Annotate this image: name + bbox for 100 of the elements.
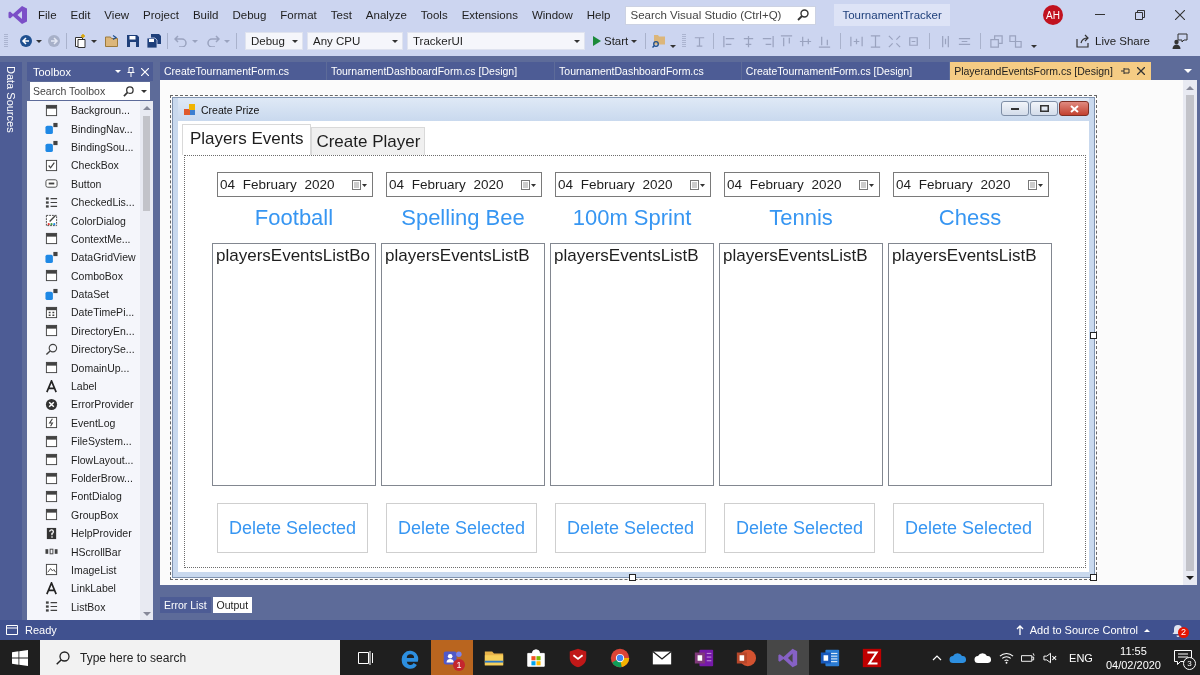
toolbox-item[interactable]: LinkLabel: [27, 579, 140, 598]
toolbox-item[interactable]: ImageList: [27, 560, 140, 580]
toolbox-item[interactable]: ColorDialog: [27, 211, 140, 230]
battery-icon[interactable]: [1021, 651, 1037, 664]
toolbox-item[interactable]: DataSet: [27, 284, 140, 304]
date-picker[interactable]: 04 February 2020: [555, 172, 711, 197]
taskbar-button[interactable]: 1: [431, 640, 473, 675]
caret-icon[interactable]: [115, 70, 121, 73]
start-button[interactable]: Start: [589, 35, 640, 47]
scrollbar-thumb[interactable]: [1186, 95, 1194, 571]
resize-handle[interactable]: [629, 574, 636, 581]
speaker-muted-icon[interactable]: [1043, 651, 1059, 664]
restore-icon[interactable]: [1135, 10, 1145, 20]
dropdown[interactable]: TrackerUI: [407, 32, 585, 50]
search-field[interactable]: Search Toolbox: [30, 82, 150, 100]
caret-icon[interactable]: [670, 44, 677, 48]
date-picker[interactable]: 04 February 2020: [217, 172, 373, 197]
start-icon[interactable]: [12, 649, 28, 666]
list-box[interactable]: playersEventsListBo: [212, 243, 376, 486]
back-arrow-icon[interactable]: [20, 35, 32, 47]
toolbox-item[interactable]: FolderBrow...: [27, 468, 140, 488]
resize-handle[interactable]: [1090, 574, 1097, 581]
toolbox-item[interactable]: FontDialog: [27, 487, 140, 506]
list-item[interactable]: playersEventsListB: [723, 246, 868, 266]
minimize-icon[interactable]: [1095, 14, 1105, 16]
list-box[interactable]: playersEventsListB: [719, 243, 883, 486]
list-item[interactable]: playersEventsListB: [892, 246, 1037, 266]
open-folder-icon[interactable]: [105, 35, 119, 47]
date-picker[interactable]: 04 February 2020: [724, 172, 880, 197]
vertical-scrollbar[interactable]: [1183, 80, 1197, 585]
vertical-scrollbar[interactable]: [140, 101, 153, 620]
document-tab[interactable]: CreateTournamentForm.cs [Design]: [741, 62, 951, 80]
toolbox-item[interactable]: Label: [27, 376, 140, 396]
toolbox-item[interactable]: FlowLayout...: [27, 450, 140, 469]
menu-item[interactable]: Extensions: [454, 5, 525, 25]
save-icon[interactable]: [127, 35, 139, 47]
dropdown[interactable]: Debug: [245, 32, 303, 50]
person-speech-icon[interactable]: [1172, 33, 1188, 49]
menu-item[interactable]: Tools: [413, 5, 455, 25]
toolbox-item[interactable]: CheckedLis...: [27, 192, 140, 212]
caret-icon[interactable]: [141, 89, 147, 93]
list-item[interactable]: playersEventsListB: [554, 246, 699, 266]
menu-item[interactable]: Window: [524, 5, 580, 25]
task-view-icon[interactable]: [358, 649, 374, 666]
toolbox-item[interactable]: Backgroun...: [27, 101, 140, 120]
search-field[interactable]: Search Visual Studio (Ctrl+Q): [625, 5, 817, 25]
caret-icon[interactable]: [36, 39, 42, 43]
dropdown[interactable]: Any CPU: [307, 32, 403, 50]
scrollbar-thumb[interactable]: [143, 116, 150, 211]
pin-icon[interactable]: [1120, 67, 1131, 75]
document-tab[interactable]: TournamentDashboardForm.cs: [555, 62, 742, 80]
menu-item[interactable]: Format: [273, 5, 324, 25]
toolbox-item[interactable]: ComboBox: [27, 266, 140, 285]
toolbox-item[interactable]: CheckBox: [27, 156, 140, 175]
clock-time[interactable]: 11:55: [1120, 643, 1147, 658]
panel-tab[interactable]: Output: [212, 597, 253, 613]
list-box[interactable]: playersEventsListB: [381, 243, 545, 486]
save-all-icon[interactable]: [147, 34, 161, 48]
toolbox-item[interactable]: DomainUp...: [27, 358, 140, 377]
chevron-up-icon[interactable]: [932, 654, 943, 661]
menu-item[interactable]: Help: [579, 5, 618, 25]
toolbox-item[interactable]: GroupBox: [27, 505, 140, 524]
notification-icon[interactable]: [1174, 649, 1192, 666]
toolbox-item[interactable]: Button: [27, 174, 140, 193]
minimize-button[interactable]: [1001, 101, 1029, 116]
menu-item[interactable]: Analyze: [358, 5, 414, 25]
search-field[interactable]: Type here to search: [40, 640, 340, 675]
close-button[interactable]: [1059, 101, 1089, 116]
resize-handle[interactable]: [1090, 332, 1097, 339]
list-box[interactable]: playersEventsListB: [550, 243, 714, 486]
scroll-up-icon[interactable]: [142, 106, 151, 110]
scroll-down-icon[interactable]: [1186, 576, 1194, 580]
menu-item[interactable]: View: [97, 5, 137, 25]
live-share-button[interactable]: Live Share: [1072, 34, 1154, 48]
caret-icon[interactable]: [1031, 44, 1038, 48]
caret-icon[interactable]: [91, 39, 97, 43]
document-tab[interactable]: CreateTournamentForm.cs: [160, 62, 327, 80]
toolbox-item[interactable]: BindingNav...: [27, 119, 140, 138]
toolbox-item[interactable]: HScrollBar: [27, 542, 140, 561]
tab[interactable]: Players Events: [182, 124, 312, 155]
toolbox-item[interactable]: ContextMe...: [27, 229, 140, 249]
maximize-button[interactable]: [1030, 101, 1058, 116]
toolbox-item[interactable]: EventLog: [27, 413, 140, 433]
menu-item[interactable]: File: [31, 5, 64, 25]
cloud-icon[interactable]: [974, 652, 993, 663]
toolbox-item[interactable]: ListBox: [27, 597, 140, 616]
menu-item[interactable]: Project: [136, 5, 186, 25]
date-picker[interactable]: 04 February 2020: [386, 172, 542, 197]
menu-item[interactable]: Debug: [225, 5, 274, 25]
new-item-icon[interactable]: [73, 34, 87, 48]
menu-item[interactable]: Test: [323, 5, 359, 25]
clock-date[interactable]: 04/02/2020: [1105, 657, 1161, 672]
toolbox-item[interactable]: ErrorProvider: [27, 395, 140, 414]
menu-item[interactable]: Edit: [63, 5, 98, 25]
close-icon[interactable]: [1136, 67, 1145, 75]
toolbox-item[interactable]: DirectoryEn...: [27, 321, 140, 341]
scroll-up-icon[interactable]: [1186, 86, 1194, 90]
toolbox-item[interactable]: DateTimePi...: [27, 303, 140, 322]
source-control-button[interactable]: Add to Source Control: [1015, 624, 1150, 636]
toolbox-item[interactable]: HelpProvider: [27, 524, 140, 543]
